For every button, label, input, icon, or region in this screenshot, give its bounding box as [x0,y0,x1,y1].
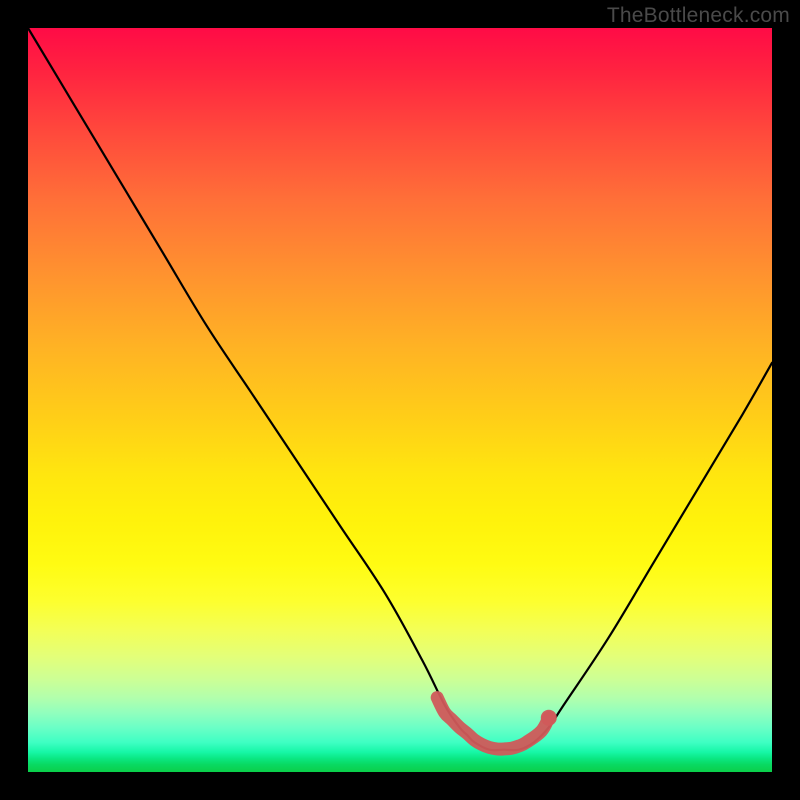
chart-svg [28,28,772,772]
black-curve [28,28,772,750]
chart-frame: TheBottleneck.com [0,0,800,800]
watermark-text: TheBottleneck.com [607,4,790,28]
red-overlay-curve [437,698,549,749]
red-dot-marker [541,710,557,726]
plot-area [28,28,772,772]
